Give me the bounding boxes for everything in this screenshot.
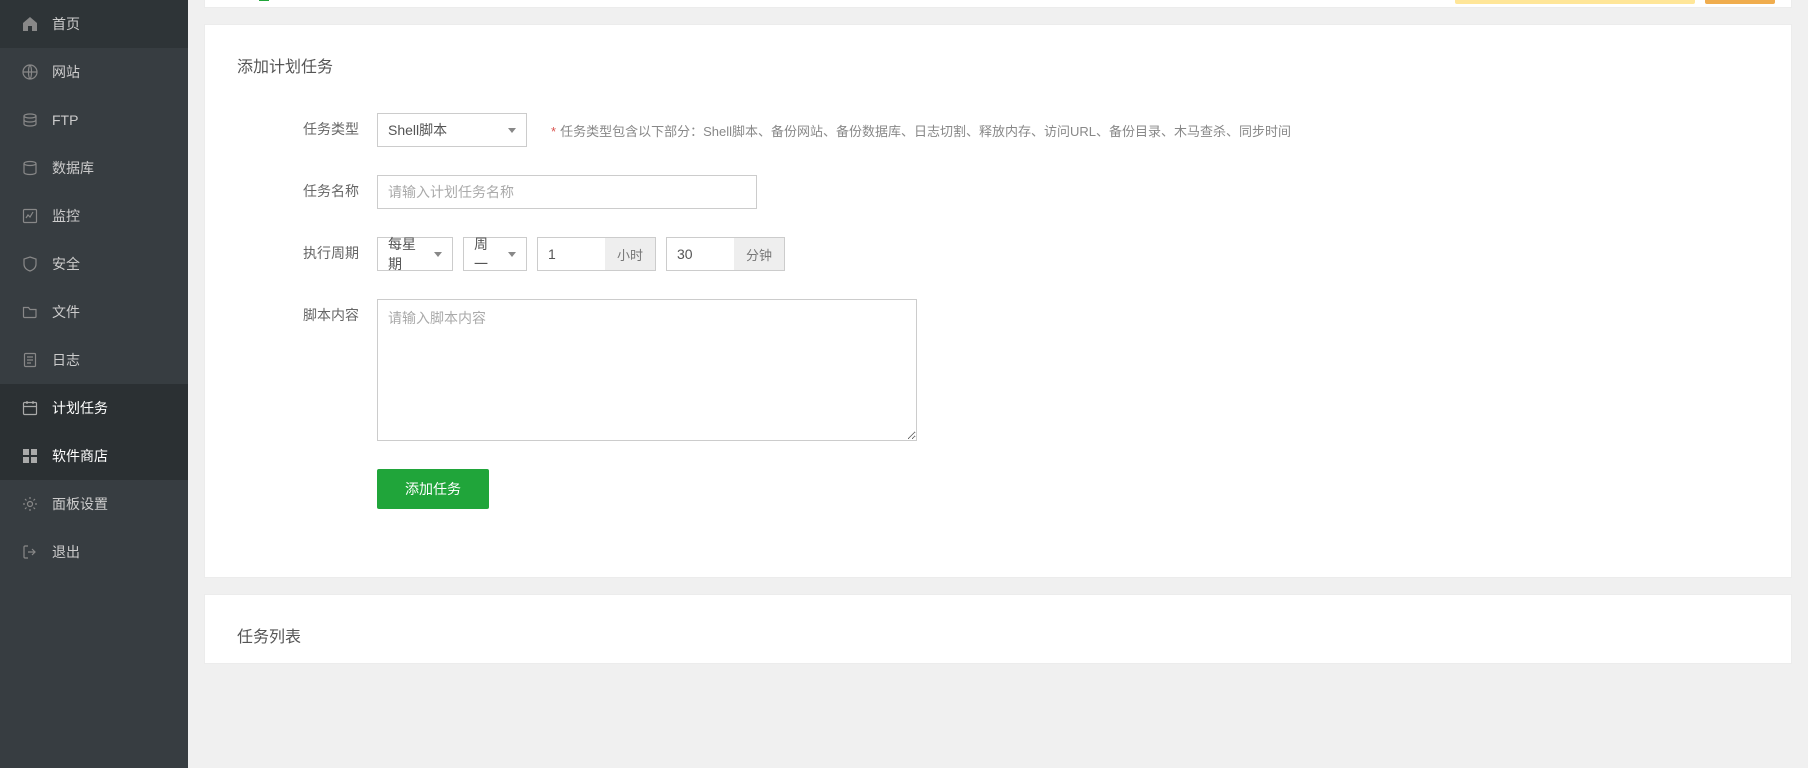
cycle-type-value: 每星期 xyxy=(388,234,426,274)
database-icon xyxy=(22,160,38,176)
task-name-label: 任务名称 xyxy=(237,175,377,201)
cycle-type-select[interactable]: 每星期 xyxy=(377,237,453,271)
sidebar-item-website[interactable]: 网站 xyxy=(0,48,188,96)
add-task-panel: 添加计划任务 任务类型 Shell脚本 *任务类型包含以下部分：Shell脚本、… xyxy=(204,24,1792,578)
sidebar-item-settings[interactable]: 面板设置 xyxy=(0,480,188,528)
ftp-icon xyxy=(22,112,38,128)
add-task-button[interactable]: 添加任务 xyxy=(377,469,489,509)
script-label: 脚本内容 xyxy=(237,299,377,325)
cycle-day-select[interactable]: 周一 xyxy=(463,237,527,271)
cycle-label: 执行周期 xyxy=(237,237,377,263)
task-type-select[interactable]: Shell脚本 xyxy=(377,113,527,147)
task-type-label: 任务类型 xyxy=(237,113,377,139)
sidebar-item-label: 软件商店 xyxy=(52,446,108,466)
sidebar-item-label: 监控 xyxy=(52,206,80,226)
sidebar-item-files[interactable]: 文件 xyxy=(0,288,188,336)
sidebar-item-label: 面板设置 xyxy=(52,494,108,514)
sidebar-item-label: 首页 xyxy=(52,14,80,34)
sidebar-item-label: FTP xyxy=(52,112,78,128)
task-list-panel: 任务列表 xyxy=(204,594,1792,664)
cycle-hour-input[interactable] xyxy=(537,237,615,271)
script-textarea[interactable] xyxy=(377,299,917,441)
cycle-day-value: 周一 xyxy=(474,234,500,274)
apps-icon xyxy=(22,448,38,464)
sidebar-item-label: 退出 xyxy=(52,542,80,562)
sidebar-item-home[interactable]: 首页 xyxy=(0,0,188,48)
task-name-input[interactable] xyxy=(377,175,757,209)
sidebar-item-label: 网站 xyxy=(52,62,80,82)
sidebar-item-exit[interactable]: 退出 xyxy=(0,528,188,576)
sidebar-item-logs[interactable]: 日志 xyxy=(0,336,188,384)
task-list-title: 任务列表 xyxy=(237,623,1759,647)
sidebar: 首页 网站 FTP 数据库 监控 xyxy=(0,0,188,768)
row-task-name: 任务名称 xyxy=(237,175,1759,209)
sidebar-item-monitor[interactable]: 监控 xyxy=(0,192,188,240)
sidebar-item-label: 安全 xyxy=(52,254,80,274)
sidebar-item-label: 计划任务 xyxy=(52,398,108,418)
cycle-minute-group: 分钟 xyxy=(666,237,785,271)
sidebar-item-ftp[interactable]: FTP xyxy=(0,96,188,144)
caret-down-icon xyxy=(508,128,516,133)
globe-icon xyxy=(22,64,38,80)
monitor-icon xyxy=(22,208,38,224)
sidebar-item-label: 日志 xyxy=(52,350,80,370)
cycle-hour-unit: 小时 xyxy=(605,237,656,271)
required-star: * xyxy=(551,124,556,139)
home-icon xyxy=(22,16,38,32)
sidebar-item-softstore[interactable]: 软件商店 xyxy=(0,432,188,480)
task-type-hint: *任务类型包含以下部分：Shell脚本、备份网站、备份数据库、日志切割、释放内存… xyxy=(551,121,1291,140)
row-submit: 添加任务 xyxy=(237,469,1759,509)
caret-down-icon xyxy=(508,252,516,257)
notice-button[interactable] xyxy=(1705,0,1775,4)
sidebar-item-label: 数据库 xyxy=(52,158,94,178)
sidebar-item-database[interactable]: 数据库 xyxy=(0,144,188,192)
row-task-type: 任务类型 Shell脚本 *任务类型包含以下部分：Shell脚本、备份网站、备份… xyxy=(237,113,1759,147)
notice-bar xyxy=(1455,0,1695,4)
caret-down-icon xyxy=(434,252,442,257)
exit-icon xyxy=(22,544,38,560)
panel-title: 添加计划任务 xyxy=(237,53,1759,77)
gear-icon xyxy=(22,496,38,512)
row-cycle: 执行周期 每星期 周一 小时 xyxy=(237,237,1759,271)
cycle-minute-input[interactable] xyxy=(666,237,744,271)
calendar-icon xyxy=(22,400,38,416)
log-icon xyxy=(22,352,38,368)
sidebar-item-cron[interactable]: 计划任务 xyxy=(0,384,188,432)
topbar-strip xyxy=(204,0,1792,8)
folder-icon xyxy=(22,304,38,320)
shield-icon xyxy=(22,256,38,272)
row-script: 脚本内容 xyxy=(237,299,1759,441)
sidebar-item-security[interactable]: 安全 xyxy=(0,240,188,288)
sidebar-item-label: 文件 xyxy=(52,302,80,322)
cycle-hour-group: 小时 xyxy=(537,237,656,271)
cycle-minute-unit: 分钟 xyxy=(734,237,785,271)
task-type-value: Shell脚本 xyxy=(388,120,447,140)
main-content: 添加计划任务 任务类型 Shell脚本 *任务类型包含以下部分：Shell脚本、… xyxy=(188,0,1808,768)
accent-marker xyxy=(259,0,269,1)
